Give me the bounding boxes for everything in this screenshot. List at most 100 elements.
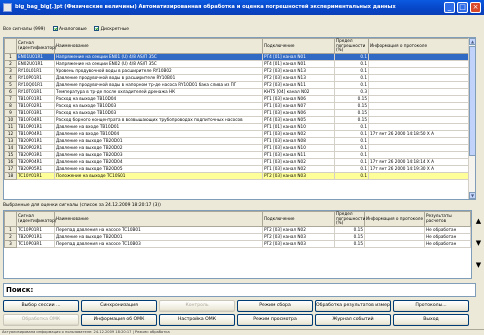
column-header[interactable]: Наименование xyxy=(54,38,263,54)
signal-filter-bar: Все сигналы (999) Аналоговые Дискретные xyxy=(3,26,135,34)
minimize-button[interactable]: _ xyxy=(444,2,455,13)
table-cell: PT2 [03] канал N13 xyxy=(262,66,335,75)
table-cell: 0.1 xyxy=(334,143,369,152)
column-header[interactable]: Информация о протоколе xyxy=(364,211,425,227)
signals-grid[interactable]: Сигнал (идентификатор) Наименование Подклю… xyxy=(3,37,476,200)
table-cell: PT2 [03] канал N02 xyxy=(262,225,335,234)
table-row[interactable]: 10 TB10F04R1 Расход борного концентрата в … xyxy=(4,115,475,124)
scroll-thumb[interactable] xyxy=(469,46,475,156)
column-header[interactable] xyxy=(4,38,17,54)
search-field[interactable]: Поиск: xyxy=(3,283,476,297)
table-row[interactable]: 17 TB20P05R1 Давление на выходе TB20D05 PT1… xyxy=(4,164,475,173)
window-title: big_bag_big[.]pt (Физические величины) А… xyxy=(15,4,396,10)
column-header[interactable]: Подключение xyxy=(262,38,335,54)
column-header[interactable]: Предел погрешности (%) xyxy=(334,211,365,227)
filter-discrete[interactable]: Дискретные xyxy=(94,26,129,32)
table-cell xyxy=(368,59,475,68)
action-button[interactable]: Информация об ОМК xyxy=(81,314,157,326)
table-cell: 0.1 xyxy=(334,171,369,180)
action-button[interactable]: Контроль xyxy=(159,300,235,312)
move-up-icon[interactable]: ▲ xyxy=(474,217,483,226)
close-button[interactable]: × xyxy=(470,2,481,13)
remove-icon[interactable]: ▼ xyxy=(474,261,483,270)
table-row[interactable]: 13 TB20P01R1 Давление на выходе TB20D01 PT1… xyxy=(4,136,475,145)
action-button[interactable]: Синхронизация xyxy=(81,300,157,312)
row-number: 6 xyxy=(4,87,17,96)
table-row[interactable]: 6 RY10T01R1 Температура в тр-де после охла… xyxy=(4,87,475,96)
column-header[interactable] xyxy=(4,211,17,227)
row-number: 8 xyxy=(4,101,17,110)
action-button[interactable]: Режим просмотра xyxy=(237,314,313,326)
table-row[interactable]: 15 TB20P03R1 Давление на выходе TB20D03 PT1… xyxy=(4,150,475,159)
column-header[interactable]: Предел погрешности (%) xyxy=(334,38,369,54)
table-cell: КНТ5 [04] канал N02 xyxy=(262,87,335,96)
table-row[interactable]: 2 TB20P01R1 Давление на выходе TB20D01 PT2 … xyxy=(4,232,471,241)
selected-signals-grid[interactable]: Сигнал (идентификатор) Наименование Подклю… xyxy=(3,210,472,279)
table-row[interactable]: 5 RY10Q01R1 Давление продувочной воды в на… xyxy=(4,80,475,89)
table-cell: PT4 [03] канал N05 xyxy=(262,115,335,124)
action-button[interactable]: Выбор сессии ... xyxy=(3,300,79,312)
table-cell: PT1 [03] канал N10 xyxy=(262,143,335,152)
column-header[interactable]: Подключение xyxy=(262,211,335,227)
table-cell: Перепад давления на насосе TC10B01 xyxy=(54,225,263,234)
table-row[interactable]: 7 TB10F01R1 Расход на выходе TB10D04 PT1 [0… xyxy=(4,94,475,103)
scroll-down-icon[interactable]: ▼ xyxy=(469,192,475,199)
scroll-up-icon[interactable]: ▲ xyxy=(469,38,475,45)
table-row[interactable]: 2 EN02U01R1 Напряжение на секции EN02 (U) … xyxy=(4,59,475,68)
row-number: 5 xyxy=(4,80,17,89)
table-cell: 0.15 xyxy=(334,108,369,117)
column-header[interactable]: Информация о протоколе xyxy=(368,38,475,54)
table-row[interactable]: 1 EN01U01R1 Напряжение на секции EN01 (U) … xyxy=(4,52,475,61)
column-header[interactable]: Сигнал (идентификатор) xyxy=(16,38,56,54)
table-row[interactable]: 18 TC10Y01R1 Положение на выходе TC10S01 PT… xyxy=(4,171,475,180)
row-number: 10 xyxy=(4,115,17,124)
table-cell: TC10P01R1 xyxy=(16,225,55,234)
action-button[interactable]: Журнал событий xyxy=(315,314,391,326)
table-cell xyxy=(368,108,475,117)
table-row[interactable]: 12 TB10P04R1 Давление на входе TB10D04 PT1 … xyxy=(4,129,475,138)
table-cell: TB20P02R1 xyxy=(16,143,55,152)
table-cell xyxy=(368,122,475,131)
filter-analog[interactable]: Аналоговые xyxy=(52,26,89,32)
table-row[interactable]: 3 TC10P03R1 Перепад давления на насосе TC1… xyxy=(4,239,471,248)
filter-all[interactable]: Все сигналы (999) xyxy=(3,27,47,32)
title-bar[interactable]: big_bag_big[.]pt (Физические величины) А… xyxy=(0,0,484,15)
table-row[interactable]: 4 RY10P01R1 Давление продувочной воды в ра… xyxy=(4,73,475,82)
signals-scrollbar[interactable]: ▲ ▼ xyxy=(468,38,475,199)
table-cell xyxy=(368,136,475,145)
table-cell: 0.1 xyxy=(334,157,369,166)
table-row[interactable]: 14 TB20P02R1 Давление на выходе TB20D02 PT1… xyxy=(4,143,475,152)
table-row[interactable]: 3 RY10L01R1 Уровень продувочной воды в рас… xyxy=(4,66,475,75)
discrete-checkbox[interactable] xyxy=(94,26,100,31)
maximize-button[interactable]: □ xyxy=(457,2,468,13)
row-number: 18 xyxy=(4,171,17,180)
table-row[interactable]: 16 TB20P04R1 Давление на выходе TB20D04 PT1… xyxy=(4,157,475,166)
table-row[interactable]: 11 TB10P01R1 Давление на входе TB10D01 PT1 … xyxy=(4,122,475,131)
table-cell: 0.1 xyxy=(334,164,369,173)
row-number: 3 xyxy=(4,66,17,75)
table-cell: Расход на выходе TB10D03 xyxy=(54,101,263,110)
analog-checkbox[interactable] xyxy=(52,26,58,31)
table-cell: TB20P01R1 xyxy=(16,232,55,241)
row-number: 17 xyxy=(4,164,17,173)
table-row[interactable]: 9 TB10F03R1 Расход на выходе TB10D03 PT1 [0… xyxy=(4,108,475,117)
table-cell: PT4 [01] канал N01 xyxy=(262,59,335,68)
action-button[interactable]: Настройка ОМК xyxy=(159,314,235,326)
action-button[interactable]: Обработка ОМК xyxy=(3,314,79,326)
action-button[interactable]: Выход xyxy=(393,314,469,326)
action-button[interactable]: Обработка результатов измерений xyxy=(315,300,391,312)
move-down-icon[interactable]: ▼ xyxy=(474,239,483,248)
table-row[interactable]: 1 TC10P01R1 Перепад давления на насосе TC1… xyxy=(4,225,471,234)
row-number: 16 xyxy=(4,157,17,166)
table-cell xyxy=(368,150,475,159)
action-button[interactable]: Режим сбора xyxy=(237,300,313,312)
table-cell: 0.15 xyxy=(334,232,365,241)
table-cell: Расход борного концентрата в возвышающих… xyxy=(54,115,263,124)
action-button[interactable]: Протоколы... xyxy=(393,300,469,312)
table-cell: Давление продувочной воды в напорном тр-… xyxy=(54,80,263,89)
table-row[interactable]: 8 TB10F02R1 Расход на выходе TB10D03 PT1 [0… xyxy=(4,101,475,110)
column-header[interactable]: Наименование xyxy=(54,211,263,227)
column-header[interactable]: Сигнал (идентификатор) xyxy=(16,211,56,227)
table-cell: PT1 [03] канал N11 xyxy=(262,150,335,159)
column-header[interactable]: Результаты расчетов xyxy=(424,211,471,227)
